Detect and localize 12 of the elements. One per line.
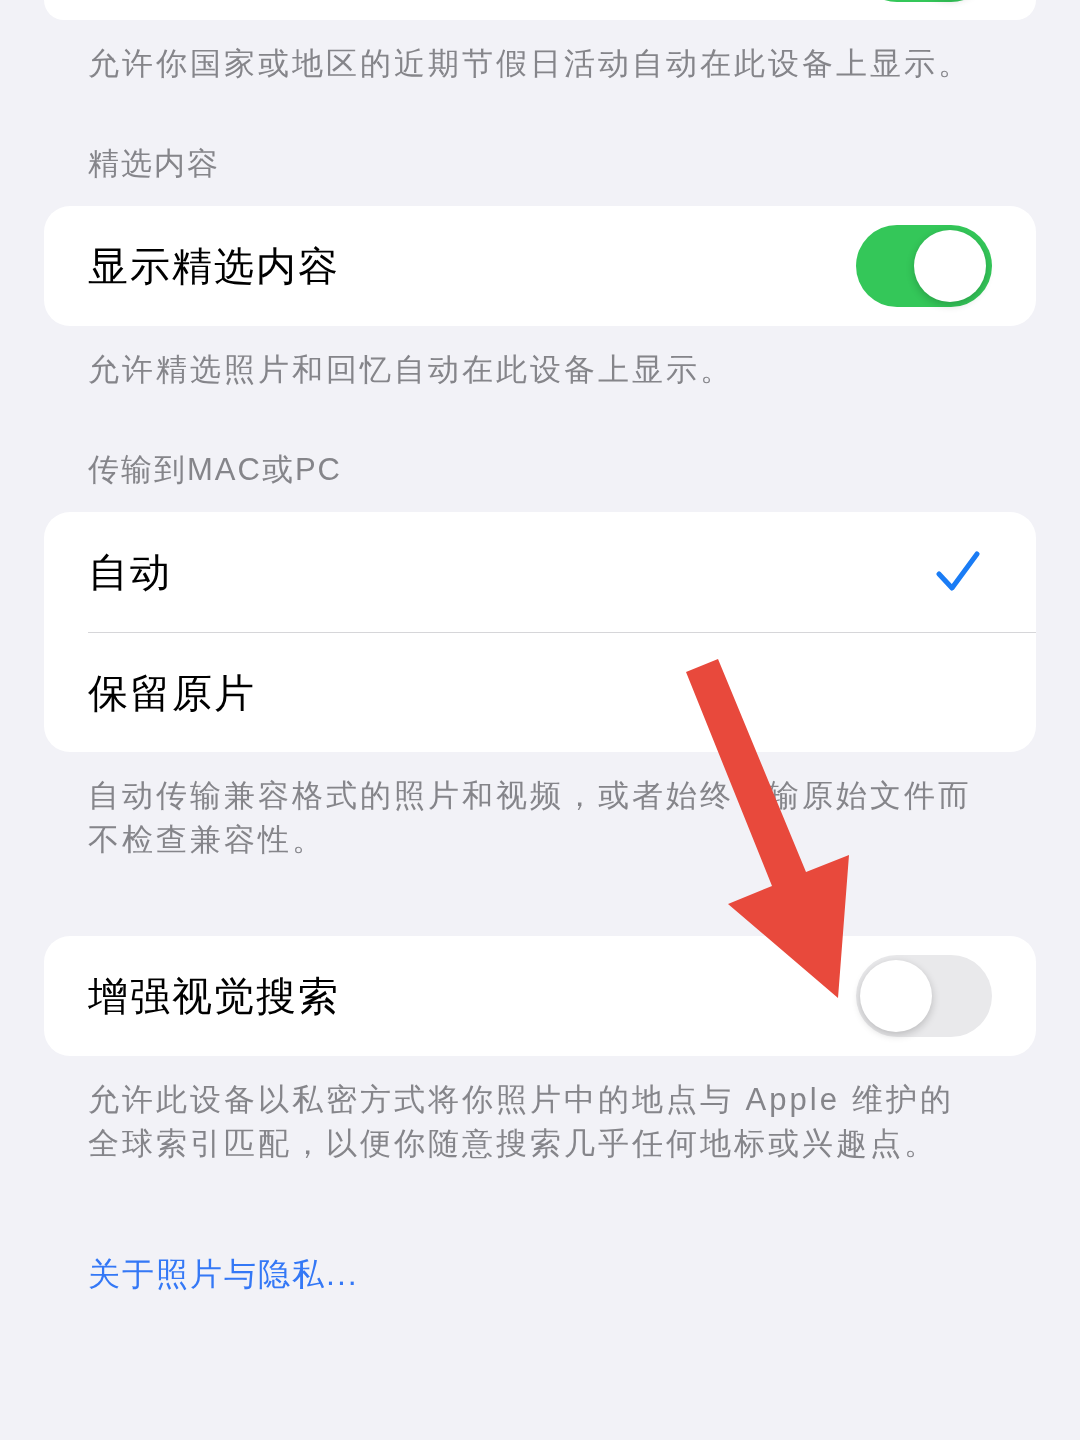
section-header: 传输到MAC或PC [88,451,342,489]
section-footer: 允许精选照片和回忆自动在此设备上显示。 [88,348,734,392]
section-footer: 允许你国家或地区的近期节假日活动自动在此设备上显示。 [88,42,972,86]
privacy-link[interactable]: 关于照片与隐私... [88,1252,359,1296]
settings-row[interactable]: 自动 [44,512,1036,632]
settings-row[interactable]: 增强视觉搜索 [44,936,1036,1056]
section-footer: 自动传输兼容格式的照片和视频，或者始终 [88,774,734,818]
section-footer: 全球索引匹配，以便你随意搜索几乎任何地标或兴趣点。 [88,1122,938,1166]
section-footer: 允许此设备以私密方式将你照片中的地点与 Apple 维护的 [88,1078,954,1122]
section-header: 精选内容 [88,145,220,183]
settings-row[interactable]: 显示精选内容 [44,206,1036,326]
section-footer: 不检查兼容性。 [88,818,326,862]
